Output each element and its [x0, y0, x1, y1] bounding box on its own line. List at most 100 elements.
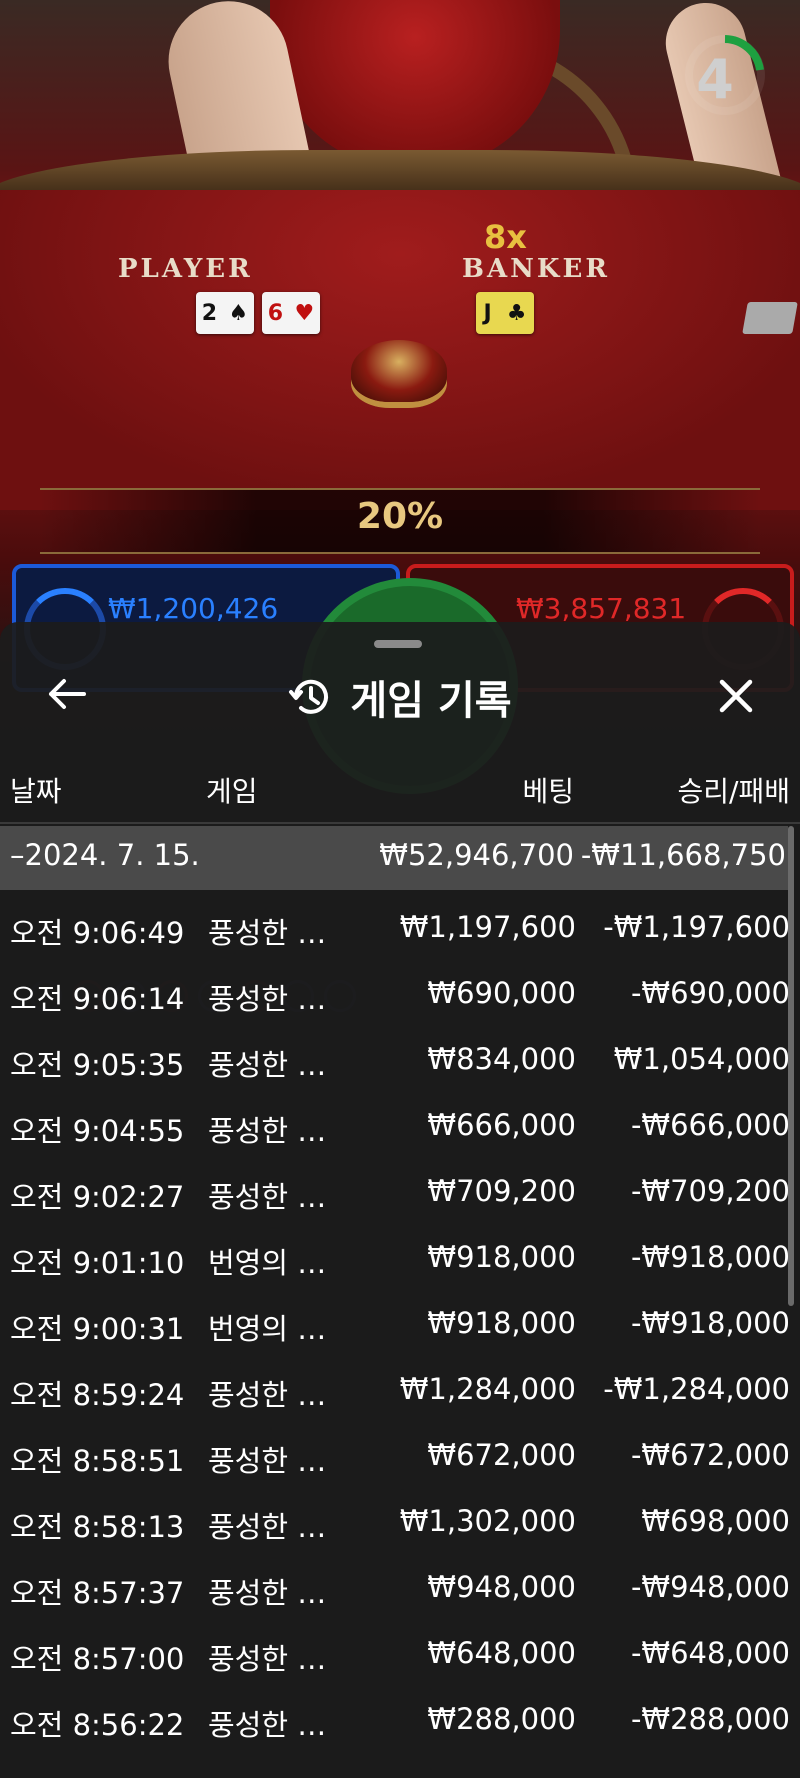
row-game: 풍성한 골... [208, 916, 348, 950]
row-game: 풍성한 골... [208, 982, 348, 1016]
row-time: 오전 9:06:49 [10, 916, 185, 950]
history-row[interactable]: 오전 9:06:49 풍성한 골... ₩1,197,600 -₩1,197,6… [0, 898, 790, 964]
row-game: 풍성한 골... [208, 1378, 348, 1412]
date-summary-row[interactable]: –2024. 7. 15. ₩52,946,700 -₩11,668,750 [0, 826, 788, 890]
card-rank: J [483, 300, 492, 326]
column-header-bet[interactable]: 베팅 [522, 770, 574, 810]
row-win-loss: -₩648,000 [630, 1636, 790, 1670]
sheet-drag-handle[interactable] [374, 640, 422, 648]
row-win-loss: -₩709,200 [630, 1174, 790, 1208]
row-win-loss: -₩666,000 [630, 1108, 790, 1142]
row-game: 풍성한 골... [208, 1708, 348, 1742]
player-card-2: 6 ♥ [262, 292, 320, 334]
row-bet: ₩690,000 [427, 976, 576, 1010]
card-suit: ♥ [294, 300, 315, 326]
history-row[interactable]: 오전 9:06:14 풍성한 골... ₩690,000 -₩690,000 [0, 964, 790, 1030]
row-bet: ₩1,197,600 [399, 910, 576, 944]
row-win-loss: ₩1,054,000 [613, 1042, 790, 1076]
row-win-loss: -₩918,000 [630, 1306, 790, 1340]
card-suit: ♠ [228, 300, 249, 326]
row-time: 오전 8:58:13 [10, 1510, 185, 1544]
row-bet: ₩918,000 [427, 1240, 576, 1274]
row-time: 오전 9:02:27 [10, 1180, 185, 1214]
history-row[interactable]: 오전 9:04:55 풍성한 골... ₩666,000 -₩666,000 [0, 1096, 790, 1162]
row-bet: ₩672,000 [427, 1438, 576, 1472]
close-button[interactable] [708, 670, 764, 722]
row-time: 오전 9:00:31 [10, 1312, 185, 1346]
row-win-loss: -₩948,000 [630, 1570, 790, 1604]
card-suit: ♣ [506, 300, 527, 326]
banker-card-1: J ♣ [476, 292, 534, 334]
row-time: 오전 8:56:22 [10, 1708, 185, 1742]
sheet-header: 게임 기록 [0, 668, 800, 726]
row-time: 오전 8:57:37 [10, 1576, 185, 1610]
row-bet: ₩1,302,000 [399, 1504, 576, 1538]
row-win-loss: -₩288,000 [630, 1702, 790, 1736]
row-game: 번영의 나... [208, 1246, 348, 1280]
table-bell-ornament [351, 340, 447, 402]
row-win-loss: -₩1,284,000 [603, 1372, 790, 1406]
row-time: 오전 8:59:24 [10, 1378, 185, 1412]
column-header-game[interactable]: 게임 [206, 770, 258, 810]
row-time: 오전 9:04:55 [10, 1114, 185, 1148]
row-game: 번영의 나... [208, 1312, 348, 1346]
row-time: 오전 9:06:14 [10, 982, 185, 1016]
row-win-loss: -₩690,000 [630, 976, 790, 1010]
row-bet: ₩948,000 [427, 1570, 576, 1604]
history-row[interactable]: 오전 8:56:22 풍성한 골... ₩288,000 -₩288,000 [0, 1690, 790, 1756]
row-bet: ₩288,000 [427, 1702, 576, 1736]
history-row[interactable]: 오전 9:01:10 번영의 나... ₩918,000 -₩918,000 [0, 1228, 790, 1294]
percentage-value: 20% [356, 496, 444, 537]
row-win-loss: -₩672,000 [630, 1438, 790, 1472]
card-rank: 2 [201, 300, 218, 326]
row-game: 풍성한 골... [208, 1510, 348, 1544]
header-divider [0, 822, 800, 824]
history-row[interactable]: 오전 8:58:51 풍성한 골... ₩672,000 -₩672,000 [0, 1426, 790, 1492]
history-clock-icon [289, 679, 329, 714]
row-game: 풍성한 골... [208, 1048, 348, 1082]
row-bet: ₩648,000 [427, 1636, 576, 1670]
row-bet: ₩709,200 [427, 1174, 576, 1208]
history-scrollbar[interactable] [788, 826, 794, 1306]
row-bet: ₩834,000 [427, 1042, 576, 1076]
card-rank: 6 [267, 300, 284, 326]
close-icon [719, 679, 753, 713]
column-header-date[interactable]: 날짜 [10, 770, 62, 810]
row-game: 풍성한 골... [208, 1444, 348, 1478]
row-bet: ₩918,000 [427, 1306, 576, 1340]
row-game: 풍성한 골... [208, 1576, 348, 1610]
player-bet-total: ₩1,200,426 [108, 592, 279, 625]
round-timer-value: 4 [696, 48, 734, 111]
row-bet: ₩666,000 [427, 1108, 576, 1142]
summary-bet-total: ₩52,946,700 [379, 838, 574, 872]
sheet-title: 게임 기록 [350, 678, 512, 724]
summary-date: –2024. 7. 15. [10, 838, 200, 872]
history-row[interactable]: 오전 8:58:13 풍성한 골... ₩1,302,000 ₩698,000 [0, 1492, 790, 1558]
row-time: 오전 9:05:35 [10, 1048, 185, 1082]
row-game: 풍성한 골... [208, 1114, 348, 1148]
row-win-loss: -₩1,197,600 [603, 910, 790, 944]
banker-bet-total: ₩3,857,831 [516, 592, 687, 625]
history-row[interactable]: 오전 9:05:35 풍성한 골... ₩834,000 ₩1,054,000 [0, 1030, 790, 1096]
player-area-label: PLAYER [118, 254, 253, 284]
row-bet: ₩1,284,000 [399, 1372, 576, 1406]
history-row[interactable]: 오전 8:57:37 풍성한 골... ₩948,000 -₩948,000 [0, 1558, 790, 1624]
row-time: 오전 8:58:51 [10, 1444, 185, 1478]
row-win-loss: -₩918,000 [630, 1240, 790, 1274]
row-game: 풍성한 골... [208, 1180, 348, 1214]
row-time: 오전 9:01:10 [10, 1246, 185, 1280]
row-win-loss: ₩698,000 [641, 1504, 790, 1538]
banker-multiplier: 8x [484, 218, 527, 256]
summary-win-loss-total: -₩11,668,750 [580, 838, 786, 872]
player-card-1: 2 ♠ [196, 292, 254, 334]
card-shoe [742, 302, 798, 334]
history-row[interactable]: 오전 8:57:00 풍성한 골... ₩648,000 -₩648,000 [0, 1624, 790, 1690]
history-list: 오전 9:06:49 풍성한 골... ₩1,197,600 -₩1,197,6… [0, 898, 790, 1756]
banker-area-label: BANKER [462, 254, 610, 284]
history-row[interactable]: 오전 8:59:24 풍성한 골... ₩1,284,000 -₩1,284,0… [0, 1360, 790, 1426]
column-header-win-loss[interactable]: 승리/패배 [678, 770, 790, 810]
history-row[interactable]: 오전 9:02:27 풍성한 골... ₩709,200 -₩709,200 [0, 1162, 790, 1228]
row-game: 풍성한 골... [208, 1642, 348, 1676]
history-row[interactable]: 오전 9:00:31 번영의 나... ₩918,000 -₩918,000 [0, 1294, 790, 1360]
row-time: 오전 8:57:00 [10, 1642, 185, 1676]
